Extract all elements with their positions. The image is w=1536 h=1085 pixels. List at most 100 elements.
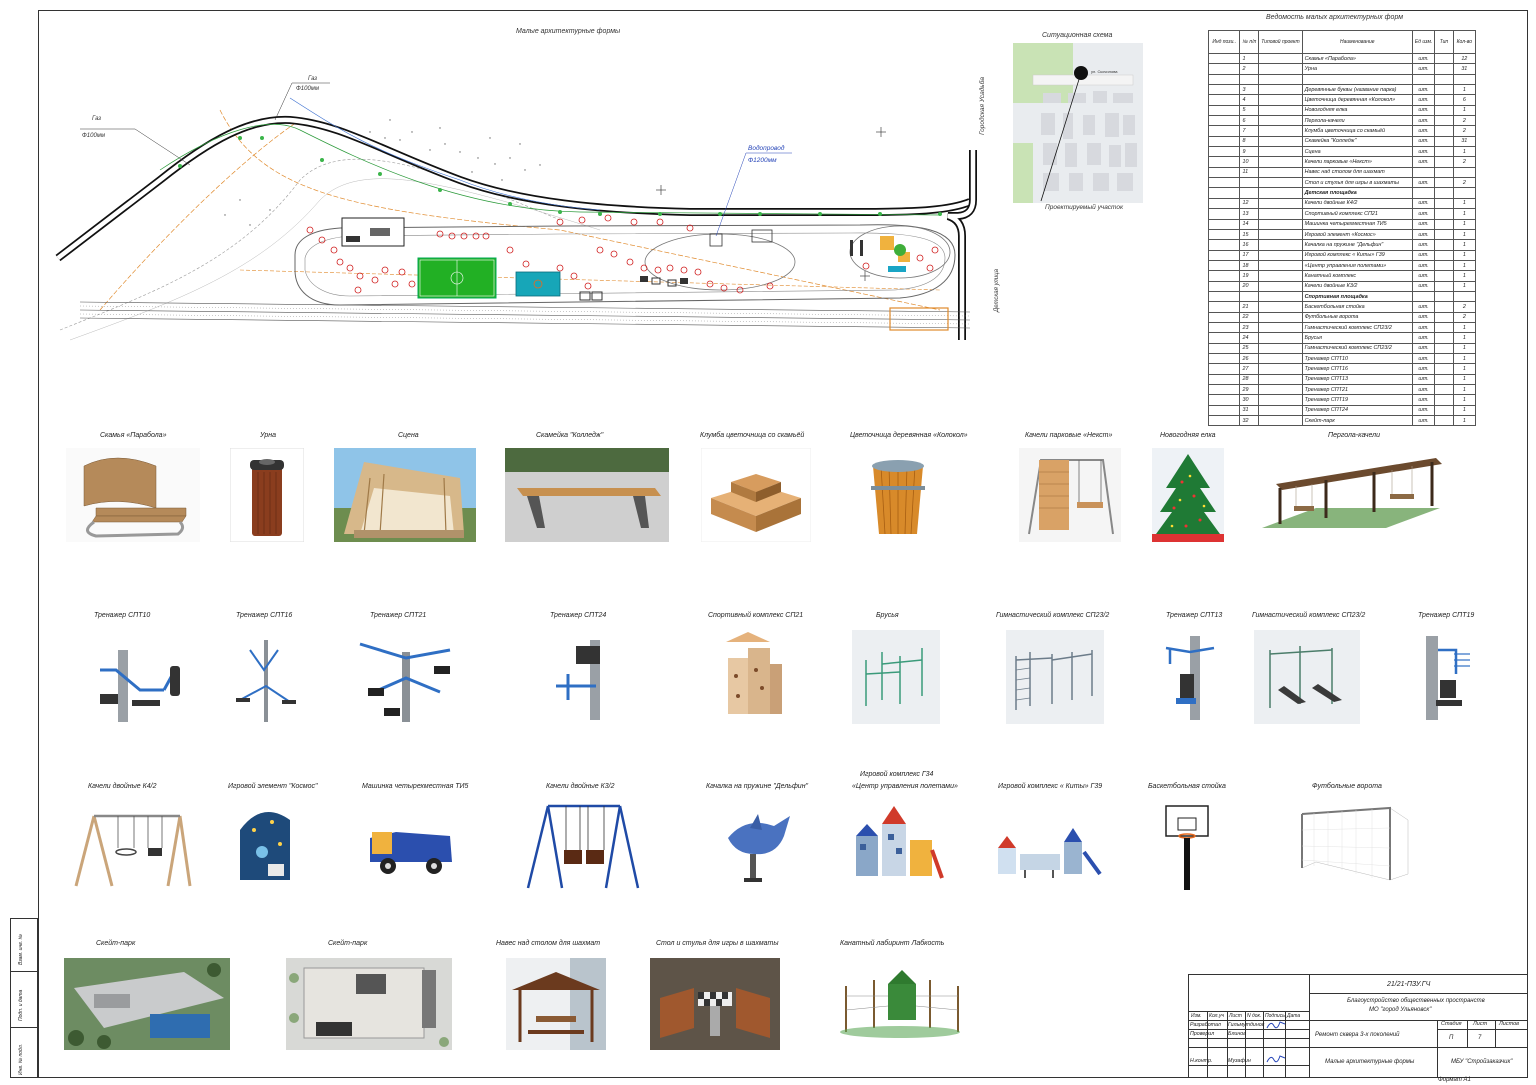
label-pergola-swing: Пергола-качели	[1328, 432, 1380, 439]
schedule-cell: шт.	[1411, 373, 1436, 386]
format-label: Формат А1	[1438, 1077, 1471, 1083]
stage-value: П	[1449, 1035, 1454, 1041]
label-bench-college: Скамейка "Колледж"	[536, 432, 604, 439]
schedule-cell	[1258, 135, 1303, 148]
schedule-row: 16 Качалка на пружине "Дельфин" шт. 1	[1207, 239, 1477, 251]
schedule-cell: шт.	[1411, 104, 1436, 117]
schedule-cell	[1434, 394, 1454, 406]
schedule-cell	[1258, 208, 1303, 220]
schedule-cell	[1258, 290, 1303, 303]
schedule-cell	[1434, 52, 1454, 65]
schedule-cell: 24	[1239, 332, 1260, 344]
schedule-row: 5 Новогодняя елка шт. 1	[1207, 104, 1477, 117]
label-football-goal: Футбольные ворота	[1312, 783, 1382, 790]
schedule-cell	[1434, 208, 1454, 220]
schedule-row: 31 Тренажер СПТ24 шт. 1	[1207, 404, 1477, 417]
label-spt24: Тренажер СПТ24	[550, 612, 607, 619]
schedule-cell	[1434, 135, 1454, 148]
img-spt13	[1165, 636, 1215, 720]
img-swing-k42	[74, 814, 192, 887]
schedule-row: 6 Пергола-качели шт. 2	[1207, 115, 1477, 127]
img-swing-next	[1019, 448, 1121, 542]
hdr-izm: Изм.	[1191, 1013, 1202, 1019]
schedule-row: 20 Качели двойные К3/2 шт. 1	[1207, 280, 1477, 292]
schedule-cell	[1258, 270, 1303, 282]
img-kity	[998, 828, 1102, 878]
schedule-cell: Стол и стулья для игры в шахматы	[1301, 177, 1413, 189]
schedule-cell	[1258, 63, 1303, 75]
img-kosmos	[240, 812, 290, 880]
schedule-row: 2 Урна шт. 31	[1207, 63, 1477, 75]
schedule-cell	[1411, 187, 1436, 199]
img-sp23-1	[1006, 630, 1104, 724]
schedule-cell	[1207, 104, 1241, 117]
schedule-cell: 25	[1239, 342, 1260, 354]
schedule-cell	[1258, 94, 1303, 106]
schedule-cell	[1207, 84, 1241, 96]
label-xmas-tree: Новогодняя елка	[1160, 432, 1216, 439]
schedule-cell	[1434, 115, 1454, 127]
schedule-row: Детская площадка	[1207, 187, 1477, 199]
schedule-cell	[1207, 94, 1241, 106]
schedule-cell: шт.	[1411, 270, 1436, 282]
schedule-cell: 1	[1452, 342, 1477, 354]
schedule-cell	[1258, 280, 1303, 292]
img-spt21	[359, 642, 451, 722]
schedule-cell: 10	[1239, 156, 1260, 168]
schedule-cell: шт.	[1411, 394, 1436, 406]
img-car-ti5	[370, 832, 452, 874]
schedule-cell	[1207, 311, 1241, 323]
col-type: Тип	[1434, 30, 1454, 54]
schedule-cell: Спортивный комплекс СП21	[1301, 208, 1413, 220]
schedule-cell	[1207, 125, 1241, 137]
schedule-cell	[1258, 415, 1303, 427]
schedule-cell	[1434, 270, 1454, 282]
schedule-cell: 14	[1239, 218, 1260, 230]
schedule-cell: 1	[1452, 352, 1477, 365]
schedule-cell	[1258, 156, 1303, 168]
schedule-cell: 19	[1239, 270, 1260, 282]
schedule-cell: 1	[1452, 84, 1477, 96]
schedule-cell: шт.	[1411, 146, 1436, 158]
schedule-cell	[1434, 321, 1454, 334]
schedule-cell: шт.	[1411, 342, 1436, 354]
schedule-cell: 6	[1452, 94, 1477, 106]
schedule-cell: шт.	[1411, 249, 1436, 261]
label-sp21: Спортивный комплекс СП21	[708, 612, 804, 619]
schedule-cell: шт.	[1411, 352, 1436, 365]
schedule-cell	[1434, 363, 1454, 375]
schedule-cell	[1258, 311, 1303, 323]
schedule-cell	[1207, 321, 1241, 334]
schedule-row: 27 Тренажер СПТ16 шт. 1	[1207, 363, 1477, 375]
label-kosmos: Игровой элемент "Космос"	[228, 783, 318, 790]
schedule-cell: Деревянные буквы (название парка)	[1301, 84, 1413, 96]
col-index: Инд пози..	[1207, 30, 1241, 54]
schedule-cell	[1207, 373, 1241, 386]
schedule-cell	[1207, 249, 1241, 261]
schedule-row: 8 Скамейка "Колледж" шт. 31	[1207, 135, 1477, 148]
schedule-cell	[1434, 125, 1454, 137]
col-project: Типовой проект	[1258, 30, 1303, 54]
schedule-cell	[1258, 73, 1303, 86]
schedule-row: 18 «Центр управления полетами» шт. 1	[1207, 259, 1477, 272]
img-stage	[334, 448, 476, 542]
left-stamp: Взам. инв. № Подп. и дата Инв. № подл.	[10, 918, 38, 1078]
label-bench-parabola: Скамья «Парабола»	[100, 432, 167, 439]
schedule-cell	[1434, 280, 1454, 292]
img-bench-college	[505, 448, 669, 542]
schedule-row: 15 Игровой элемент «Космос» шт. 1	[1207, 228, 1477, 241]
col-num: № п/п	[1239, 30, 1260, 54]
label-sp23-1: Гимнастический комплекс СП23/2	[996, 612, 1110, 619]
label-basketball: Баскетбольная стойка	[1148, 783, 1226, 790]
schedule-cell	[1434, 301, 1454, 313]
schedule-cell: 1	[1452, 104, 1477, 117]
schedule-cell: шт.	[1411, 239, 1436, 251]
schedule-cell: шт.	[1411, 321, 1436, 334]
schedule-cell: шт.	[1411, 177, 1436, 189]
schedule-cell: 9	[1239, 146, 1260, 158]
schedule-cell	[1411, 73, 1436, 86]
schedule-cell	[1258, 166, 1303, 179]
schedule-cell: Игровой элемент «Космос»	[1301, 228, 1413, 241]
img-flowerbed-bench	[701, 448, 811, 542]
schedule-row: Спортивная площадка	[1207, 290, 1477, 303]
